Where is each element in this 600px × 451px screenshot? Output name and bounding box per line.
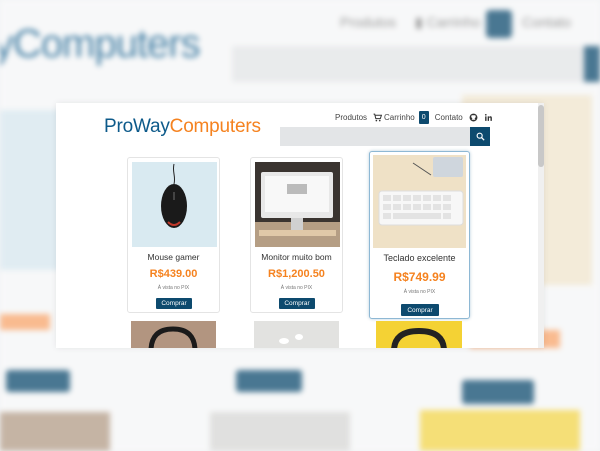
search-button[interactable]	[470, 127, 490, 146]
product-name[interactable]: Teclado excelente	[370, 253, 469, 263]
product-card[interactable]: Teclado excelente R$749.99 À vista no PI…	[369, 151, 470, 319]
search-input[interactable]	[280, 127, 470, 146]
nav-contact-link[interactable]: Contato	[435, 113, 463, 122]
product-image-headphones[interactable]	[131, 321, 216, 348]
product-image-mouse[interactable]	[132, 162, 217, 247]
product-image-earbuds[interactable]	[254, 321, 339, 348]
scrollbar-thumb[interactable]	[538, 105, 544, 167]
product-price: R$439.00	[149, 268, 198, 280]
product-price: R$1,200.50	[268, 268, 325, 280]
product-card[interactable]: Monitor muito bom R$1,200.50 À vista no …	[250, 157, 343, 313]
cart-icon	[373, 113, 383, 121]
product-payment-note: À vista no PIX	[157, 285, 190, 291]
product-image-monitor[interactable]	[255, 162, 340, 247]
buy-button[interactable]: Comprar	[279, 298, 315, 309]
product-price: R$749.99	[393, 270, 446, 284]
cart-count-badge: 0	[418, 110, 429, 124]
logo-part-2: Computers	[169, 116, 261, 137]
logo-part-1: ProWay	[104, 116, 170, 137]
buy-button[interactable]: Comprar	[156, 298, 192, 309]
linkedin-icon[interactable]	[484, 113, 493, 122]
nav-cart-link[interactable]: Carrinho	[373, 113, 415, 122]
cart-label: Carrinho	[384, 112, 415, 122]
search-icon	[476, 132, 485, 141]
github-icon[interactable]	[469, 113, 478, 122]
top-nav: Produtos Carrinho 0 Contato	[335, 110, 499, 124]
product-name[interactable]: Mouse gamer	[128, 252, 219, 262]
buy-button[interactable]: Comprar	[401, 304, 439, 316]
product-card[interactable]: Mouse gamer R$439.00 À vista no PIX Comp…	[127, 157, 220, 313]
product-payment-note: À vista no PIX	[403, 289, 436, 295]
nav-products-link[interactable]: Produtos	[335, 113, 367, 122]
product-image-headset[interactable]	[376, 321, 462, 348]
product-payment-note: À vista no PIX	[280, 285, 313, 291]
product-image-keyboard[interactable]	[373, 155, 466, 248]
product-name[interactable]: Monitor muito bom	[251, 252, 342, 262]
store-page: ProWayComputers Produtos Carrinho 0 Cont…	[56, 103, 544, 348]
site-logo[interactable]: ProWayComputers	[104, 116, 261, 138]
